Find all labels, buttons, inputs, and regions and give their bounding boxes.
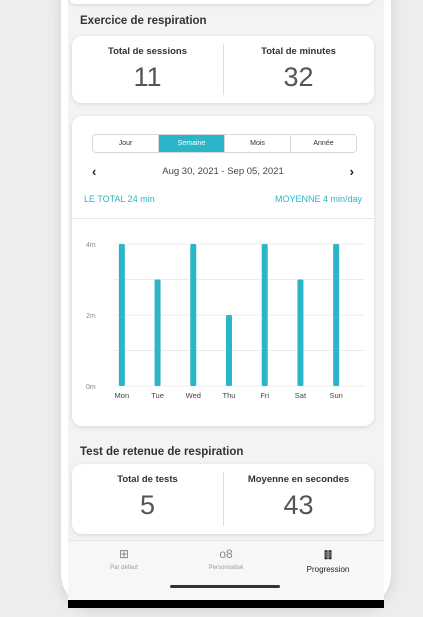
tab-year[interactable]: Année <box>291 135 356 152</box>
total-tests-stat: Total de tests 5 <box>72 464 223 534</box>
bar-thu <box>226 315 232 386</box>
x-tick-label: Mon <box>115 391 130 400</box>
chart-divider <box>72 218 374 219</box>
bar-fri <box>261 244 268 386</box>
x-tick-label: Thu <box>223 391 236 400</box>
weekly-chart-card: Jour Semaine Mois Année ‹ Aug 30, 2021 -… <box>72 116 374 426</box>
y-tick-label: 2m <box>86 313 96 320</box>
total-tests-value: 5 <box>139 490 156 520</box>
next-arrow-icon[interactable]: › <box>350 164 354 179</box>
breath-hold-title: Test de retenue de respiration <box>80 446 244 458</box>
date-range: Aug 30, 2021 - Sep 05, 2021 <box>162 166 284 177</box>
average-summary: MOYENNE 4 min/day <box>274 194 362 204</box>
total-sessions-label: Total de sessions <box>107 46 187 57</box>
chart-icon: ⫾⫾ <box>324 547 332 561</box>
date-navigation: ‹ Aug 30, 2021 - Sep 05, 2021 › <box>72 164 374 180</box>
y-tick-label: 0m <box>86 384 96 391</box>
nav-label-default: Par défaut <box>110 565 138 571</box>
home-indicator <box>170 585 280 588</box>
breathing-exercise-title: Exercice de respiration <box>80 15 207 27</box>
total-minutes-label: Total de minutes <box>261 46 336 57</box>
breathing-stats-card: Total de sessions 11 Total de minutes 32 <box>72 36 374 103</box>
tab-week[interactable]: Semaine <box>159 135 225 152</box>
tab-month[interactable]: Mois <box>225 135 291 152</box>
x-tick-label: Fri <box>260 391 269 400</box>
x-tick-label: Sun <box>329 391 342 400</box>
total-tests-label: Total de tests <box>117 474 178 485</box>
bar-sun <box>333 244 340 386</box>
minutes-bar-chart: 0m 2m 4m Mon Tue Wed Thu Fri Sat Sun <box>86 242 364 400</box>
bottom-navigation: ⊞ Par défaut o8 Personnalisé ⫾⫾ Progress… <box>68 540 384 600</box>
bar-tue <box>154 279 161 386</box>
breath-hold-stats-card: Total de tests 5 Moyenne en secondes 43 <box>72 464 374 534</box>
custom-icon: o8 <box>219 547 233 561</box>
bar-mon <box>118 244 125 386</box>
average-seconds-label: Moyenne en secondes <box>247 474 350 485</box>
x-tick-label: Sat <box>295 391 307 400</box>
nav-item-custom[interactable]: o8 Personnalisé <box>176 547 276 571</box>
total-sessions-value: 11 <box>133 62 162 92</box>
nav-item-default[interactable]: ⊞ Par défaut <box>74 547 174 571</box>
total-minutes-stat: Total de minutes 32 <box>223 36 374 103</box>
bar-sat <box>297 279 304 386</box>
nav-label-progression: Progression <box>306 565 350 574</box>
x-tick-label: Tue <box>151 391 164 400</box>
x-tick-label: Wed <box>186 391 201 400</box>
period-segmented-control: Jour Semaine Mois Année <box>92 134 357 153</box>
total-sessions-stat: Total de sessions 11 <box>72 36 223 103</box>
grid-icon: ⊞ <box>118 547 130 561</box>
average-seconds-stat: Moyenne en secondes 43 <box>223 464 374 534</box>
average-seconds-value: 43 <box>283 490 314 520</box>
total-minutes-value: 32 <box>283 62 314 92</box>
bar-wed <box>190 244 197 386</box>
total-minutes-summary: LE TOTAL 24 min <box>84 194 155 204</box>
nav-item-progression[interactable]: ⫾⫾ Progression <box>278 547 378 574</box>
phone-bottom-edge <box>68 600 384 608</box>
app-screen: Exercice de respiration Total de session… <box>68 0 384 600</box>
y-tick-label: 4m <box>86 242 96 249</box>
tab-day[interactable]: Jour <box>93 135 159 152</box>
nav-label-custom: Personnalisé <box>208 565 244 571</box>
top-card-edge <box>68 0 374 4</box>
